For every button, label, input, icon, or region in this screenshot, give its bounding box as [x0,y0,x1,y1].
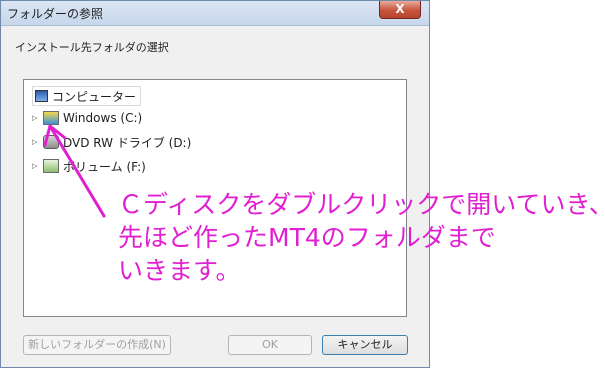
annotation-line: Ｃディスクをダブルクリックで開いていき、 [118,190,605,219]
annotation-line: 先ほど作ったMT4のフォルダまで [118,223,496,252]
annotation-line: いきます。 [118,256,241,285]
annotation-arrow-icon [43,124,106,218]
annotation-text: Ｃディスクをダブルクリックで開いていき、 先ほど作ったMT4のフォルダまで いき… [118,188,605,287]
